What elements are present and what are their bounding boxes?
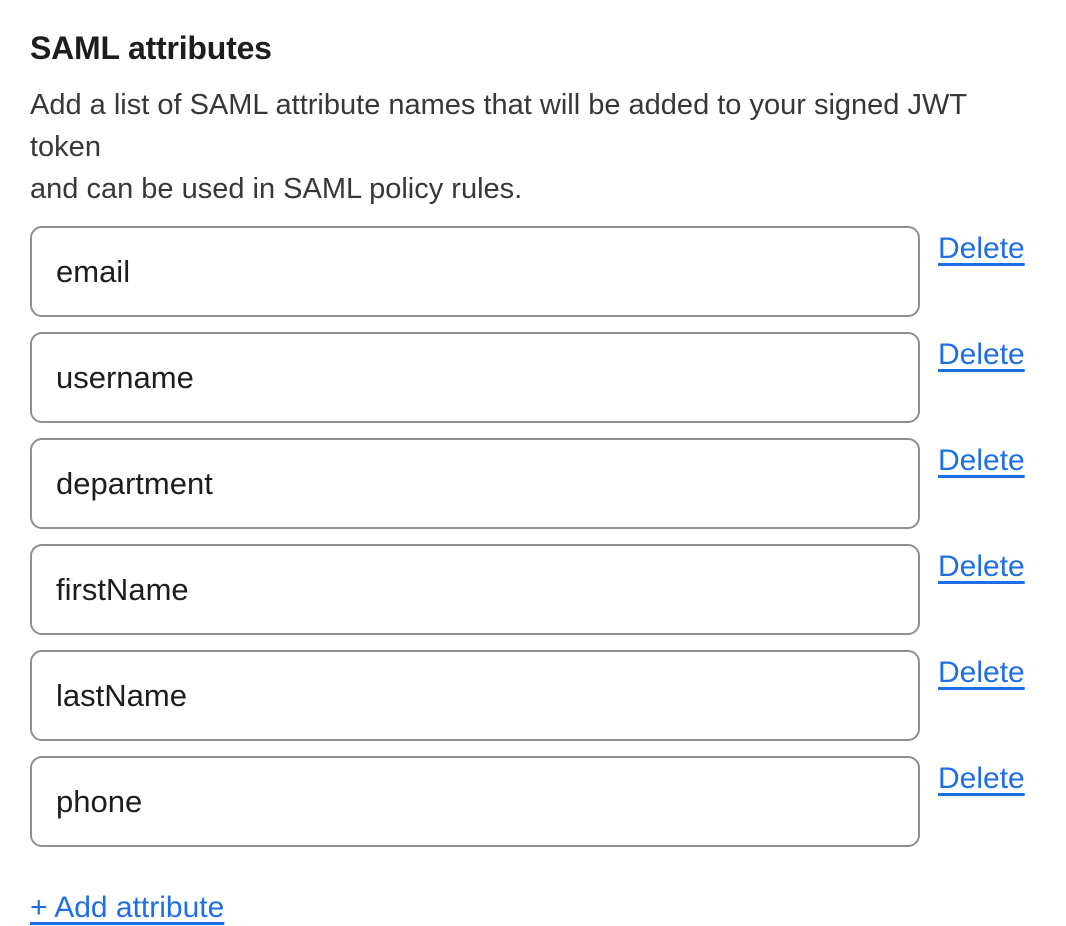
attribute-input-phone[interactable] <box>30 756 920 847</box>
attribute-row-lastname: Delete <box>30 650 1036 741</box>
attribute-input-department[interactable] <box>30 438 920 529</box>
attribute-list: Delete Delete Delete Delete Delete Delet… <box>30 226 1036 847</box>
attribute-input-lastname[interactable] <box>30 650 920 741</box>
delete-link-username[interactable]: Delete <box>938 337 1025 373</box>
attribute-row-department: Delete <box>30 438 1036 529</box>
delete-link-email[interactable]: Delete <box>938 231 1025 267</box>
attribute-row-username: Delete <box>30 332 1036 423</box>
delete-link-lastname[interactable]: Delete <box>938 655 1025 691</box>
attribute-input-username[interactable] <box>30 332 920 423</box>
attribute-row-email: Delete <box>30 226 1036 317</box>
saml-attributes-section: SAML attributes Add a list of SAML attri… <box>0 0 1066 926</box>
section-description: Add a list of SAML attribute names that … <box>30 84 1036 210</box>
section-title: SAML attributes <box>30 30 1036 66</box>
delete-link-department[interactable]: Delete <box>938 443 1025 479</box>
delete-link-phone[interactable]: Delete <box>938 761 1025 797</box>
attribute-input-email[interactable] <box>30 226 920 317</box>
attribute-row-phone: Delete <box>30 756 1036 847</box>
section-description-line-2: and can be used in SAML policy rules. <box>30 173 522 205</box>
attribute-input-firstname[interactable] <box>30 544 920 635</box>
add-attribute-link[interactable]: + Add attribute <box>30 890 224 926</box>
attribute-row-firstname: Delete <box>30 544 1036 635</box>
section-description-line-1: Add a list of SAML attribute names that … <box>30 89 967 163</box>
delete-link-firstname[interactable]: Delete <box>938 549 1025 585</box>
